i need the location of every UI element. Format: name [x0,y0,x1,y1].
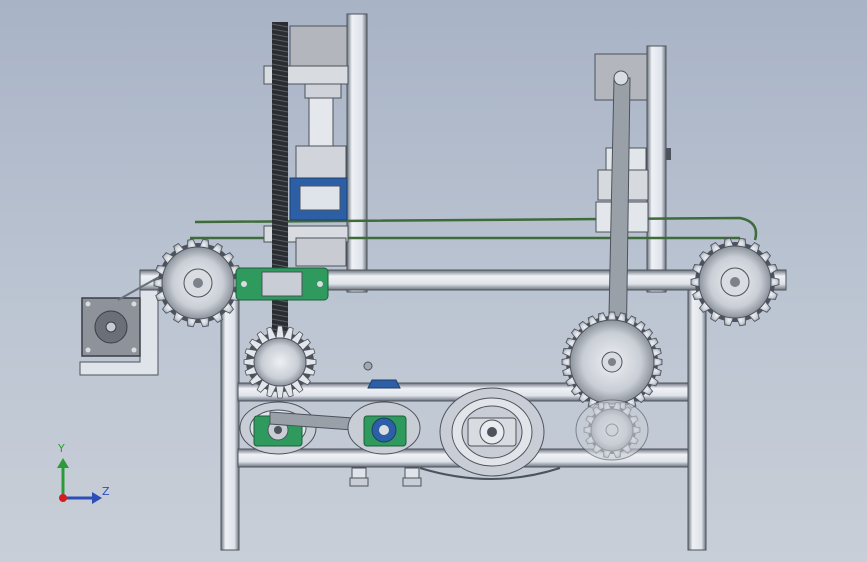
triad-z-label: Z [102,485,110,498]
pillow-block-top[interactable] [235,267,329,301]
gear-tooth [275,325,285,339]
foot-left [349,467,369,487]
foot-right [402,467,422,487]
frame-right-leg[interactable] [687,271,707,551]
vertical-screw-assembly[interactable] [235,22,349,338]
lower-pulley-center[interactable] [439,387,545,477]
lower-pulley-right[interactable] [575,399,649,461]
coordinate-triad [57,458,102,504]
frame-right-post[interactable] [646,45,667,293]
triad-y-label: Y [58,442,65,455]
coupling[interactable] [308,97,334,147]
stepper-motor-left[interactable] [81,297,141,357]
triad-origin [59,494,67,502]
blue-cap [367,379,401,389]
lower-pulley-left[interactable] [239,401,317,455]
lower-pulley-mid-left[interactable] [347,401,421,455]
frame-center-post[interactable] [346,13,368,293]
small-knob [363,361,373,371]
gear-tooth [275,385,285,399]
cad-viewport[interactable] [0,0,867,562]
